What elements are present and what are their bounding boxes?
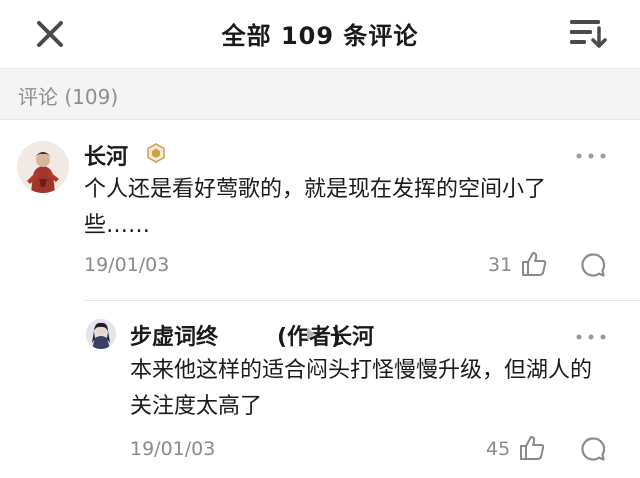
comment-text: 本来他这样的适合闷头打怪慢慢升级，但湖人的关注度太高了 bbox=[130, 358, 593, 419]
reply-item: 步虚词终 (作者) 长河 本来他这样的适合闷头打怪慢慢升级，但湖人的关注度太高了… bbox=[0, 301, 640, 478]
comment-count-label: 评论 (109) bbox=[18, 85, 119, 109]
avatar-image bbox=[17, 141, 69, 193]
avatar-image bbox=[86, 319, 116, 349]
comment-date: 19/01/03 bbox=[130, 438, 216, 460]
avatar[interactable] bbox=[86, 319, 116, 349]
comment-item: 长河 个人还是看好莺歌的，就是现在发挥的空间小了些…… 19/01/03 31 bbox=[0, 120, 640, 300]
comment-text: 个人还是看好莺歌的，就是现在发挥的空间小了些…… bbox=[84, 177, 547, 238]
reply-icon[interactable] bbox=[580, 252, 606, 278]
more-icon[interactable] bbox=[574, 327, 608, 347]
like-count: 45 bbox=[486, 438, 511, 460]
thumbs-up-icon bbox=[520, 436, 545, 460]
reply-arrow-icon bbox=[307, 328, 315, 340]
avatar[interactable] bbox=[17, 141, 69, 193]
thumbs-up-icon bbox=[522, 252, 547, 276]
comment-username[interactable]: 长河 bbox=[84, 139, 128, 171]
header-bar: 全部 109 条评论 bbox=[0, 0, 640, 68]
comment-date: 19/01/03 bbox=[84, 254, 170, 276]
more-icon[interactable] bbox=[574, 146, 608, 166]
reply-icon[interactable] bbox=[580, 436, 606, 462]
like-count: 31 bbox=[488, 254, 513, 276]
reply-target-username[interactable]: 长河 bbox=[330, 319, 374, 351]
badge-icon bbox=[147, 143, 165, 163]
comment-count-bar: 评论 (109) bbox=[0, 68, 640, 120]
page-title: 全部 109 条评论 bbox=[221, 22, 419, 50]
sort-icon[interactable] bbox=[568, 16, 608, 50]
comment-username[interactable]: 步虚词终 bbox=[130, 319, 218, 351]
